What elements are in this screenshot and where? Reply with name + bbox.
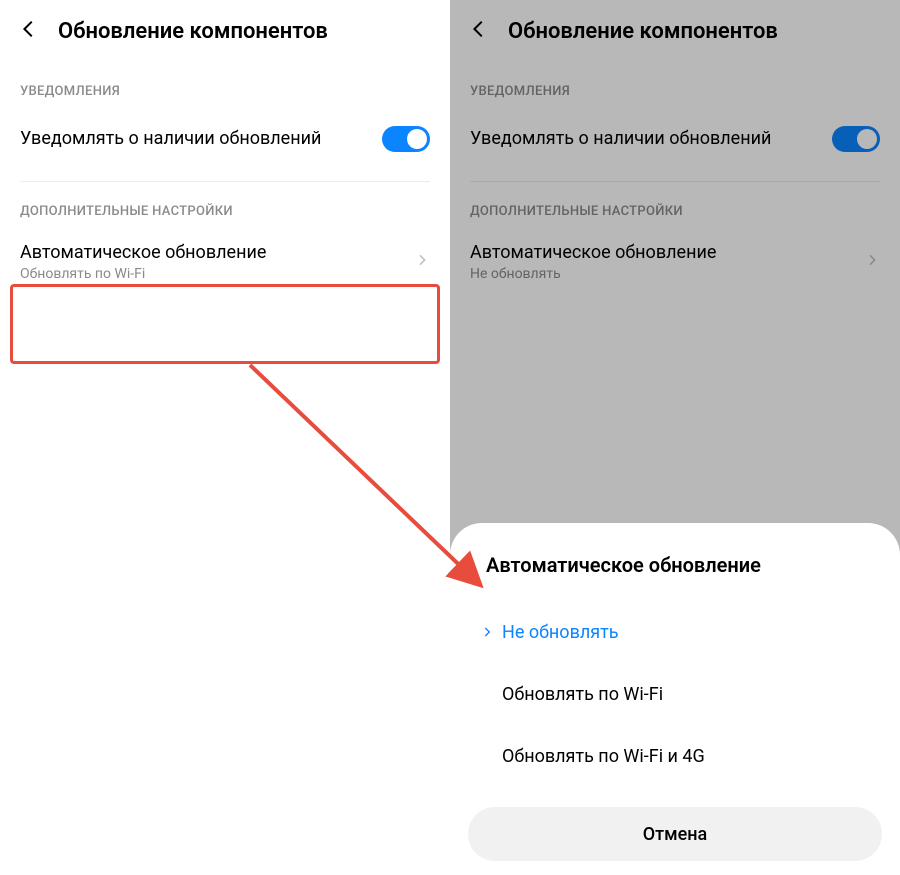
page-title: Обновление компонентов bbox=[508, 19, 778, 44]
option-label: Обновлять по Wi-Fi и 4G bbox=[502, 746, 705, 767]
header: Обновление компонентов bbox=[450, 0, 900, 62]
back-icon[interactable] bbox=[18, 18, 40, 44]
section-label-additional: ДОПОЛНИТЕЛЬНЫЕ НАСТРОЙКИ bbox=[450, 182, 900, 227]
page-title: Обновление компонентов bbox=[58, 19, 328, 44]
section-label-notifications: УВЕДОМЛЕНИЯ bbox=[450, 62, 900, 107]
header: Обновление компонентов bbox=[0, 0, 450, 62]
selected-icon bbox=[480, 625, 496, 639]
screen-before: Обновление компонентов УВЕДОМЛЕНИЯ Уведо… bbox=[0, 0, 450, 875]
auto-update-subtitle: Не обновлять bbox=[470, 266, 864, 282]
notify-row[interactable]: Уведомлять о наличии обновлений bbox=[0, 107, 450, 171]
notify-label: Уведомлять о наличии обновлений bbox=[20, 127, 382, 150]
auto-update-title: Автоматическое обновление bbox=[470, 241, 864, 264]
section-label-notifications: УВЕДОМЛЕНИЯ bbox=[0, 62, 450, 107]
notify-label: Уведомлять о наличии обновлений bbox=[470, 127, 832, 150]
screen-after: Обновление компонентов УВЕДОМЛЕНИЯ Уведо… bbox=[450, 0, 900, 875]
sheet-option-wifi-4g[interactable]: Обновлять по Wi-Fi и 4G bbox=[450, 725, 900, 787]
sheet-title: Автоматическое обновление bbox=[450, 553, 900, 601]
sheet-option-wifi[interactable]: Обновлять по Wi-Fi bbox=[450, 663, 900, 725]
option-label: Не обновлять bbox=[502, 622, 619, 643]
auto-update-subtitle: Обновлять по Wi-Fi bbox=[20, 266, 414, 282]
back-icon[interactable] bbox=[468, 18, 490, 44]
chevron-right-icon bbox=[414, 252, 430, 272]
sheet-option-no-update[interactable]: Не обновлять bbox=[450, 601, 900, 663]
chevron-right-icon bbox=[864, 252, 880, 272]
cancel-button[interactable]: Отмена bbox=[468, 807, 882, 861]
cancel-label: Отмена bbox=[643, 824, 708, 845]
notify-toggle[interactable] bbox=[382, 126, 430, 152]
bottom-sheet: Автоматическое обновление Не обновлять О… bbox=[450, 523, 900, 875]
auto-update-title: Автоматическое обновление bbox=[20, 241, 414, 264]
section-label-additional: ДОПОЛНИТЕЛЬНЫЕ НАСТРОЙКИ bbox=[0, 182, 450, 227]
notify-toggle[interactable] bbox=[832, 126, 880, 152]
auto-update-row[interactable]: Автоматическое обновление Не обновлять bbox=[450, 227, 900, 296]
auto-update-row[interactable]: Автоматическое обновление Обновлять по W… bbox=[0, 227, 450, 296]
notify-row[interactable]: Уведомлять о наличии обновлений bbox=[450, 107, 900, 171]
option-label: Обновлять по Wi-Fi bbox=[502, 684, 663, 705]
